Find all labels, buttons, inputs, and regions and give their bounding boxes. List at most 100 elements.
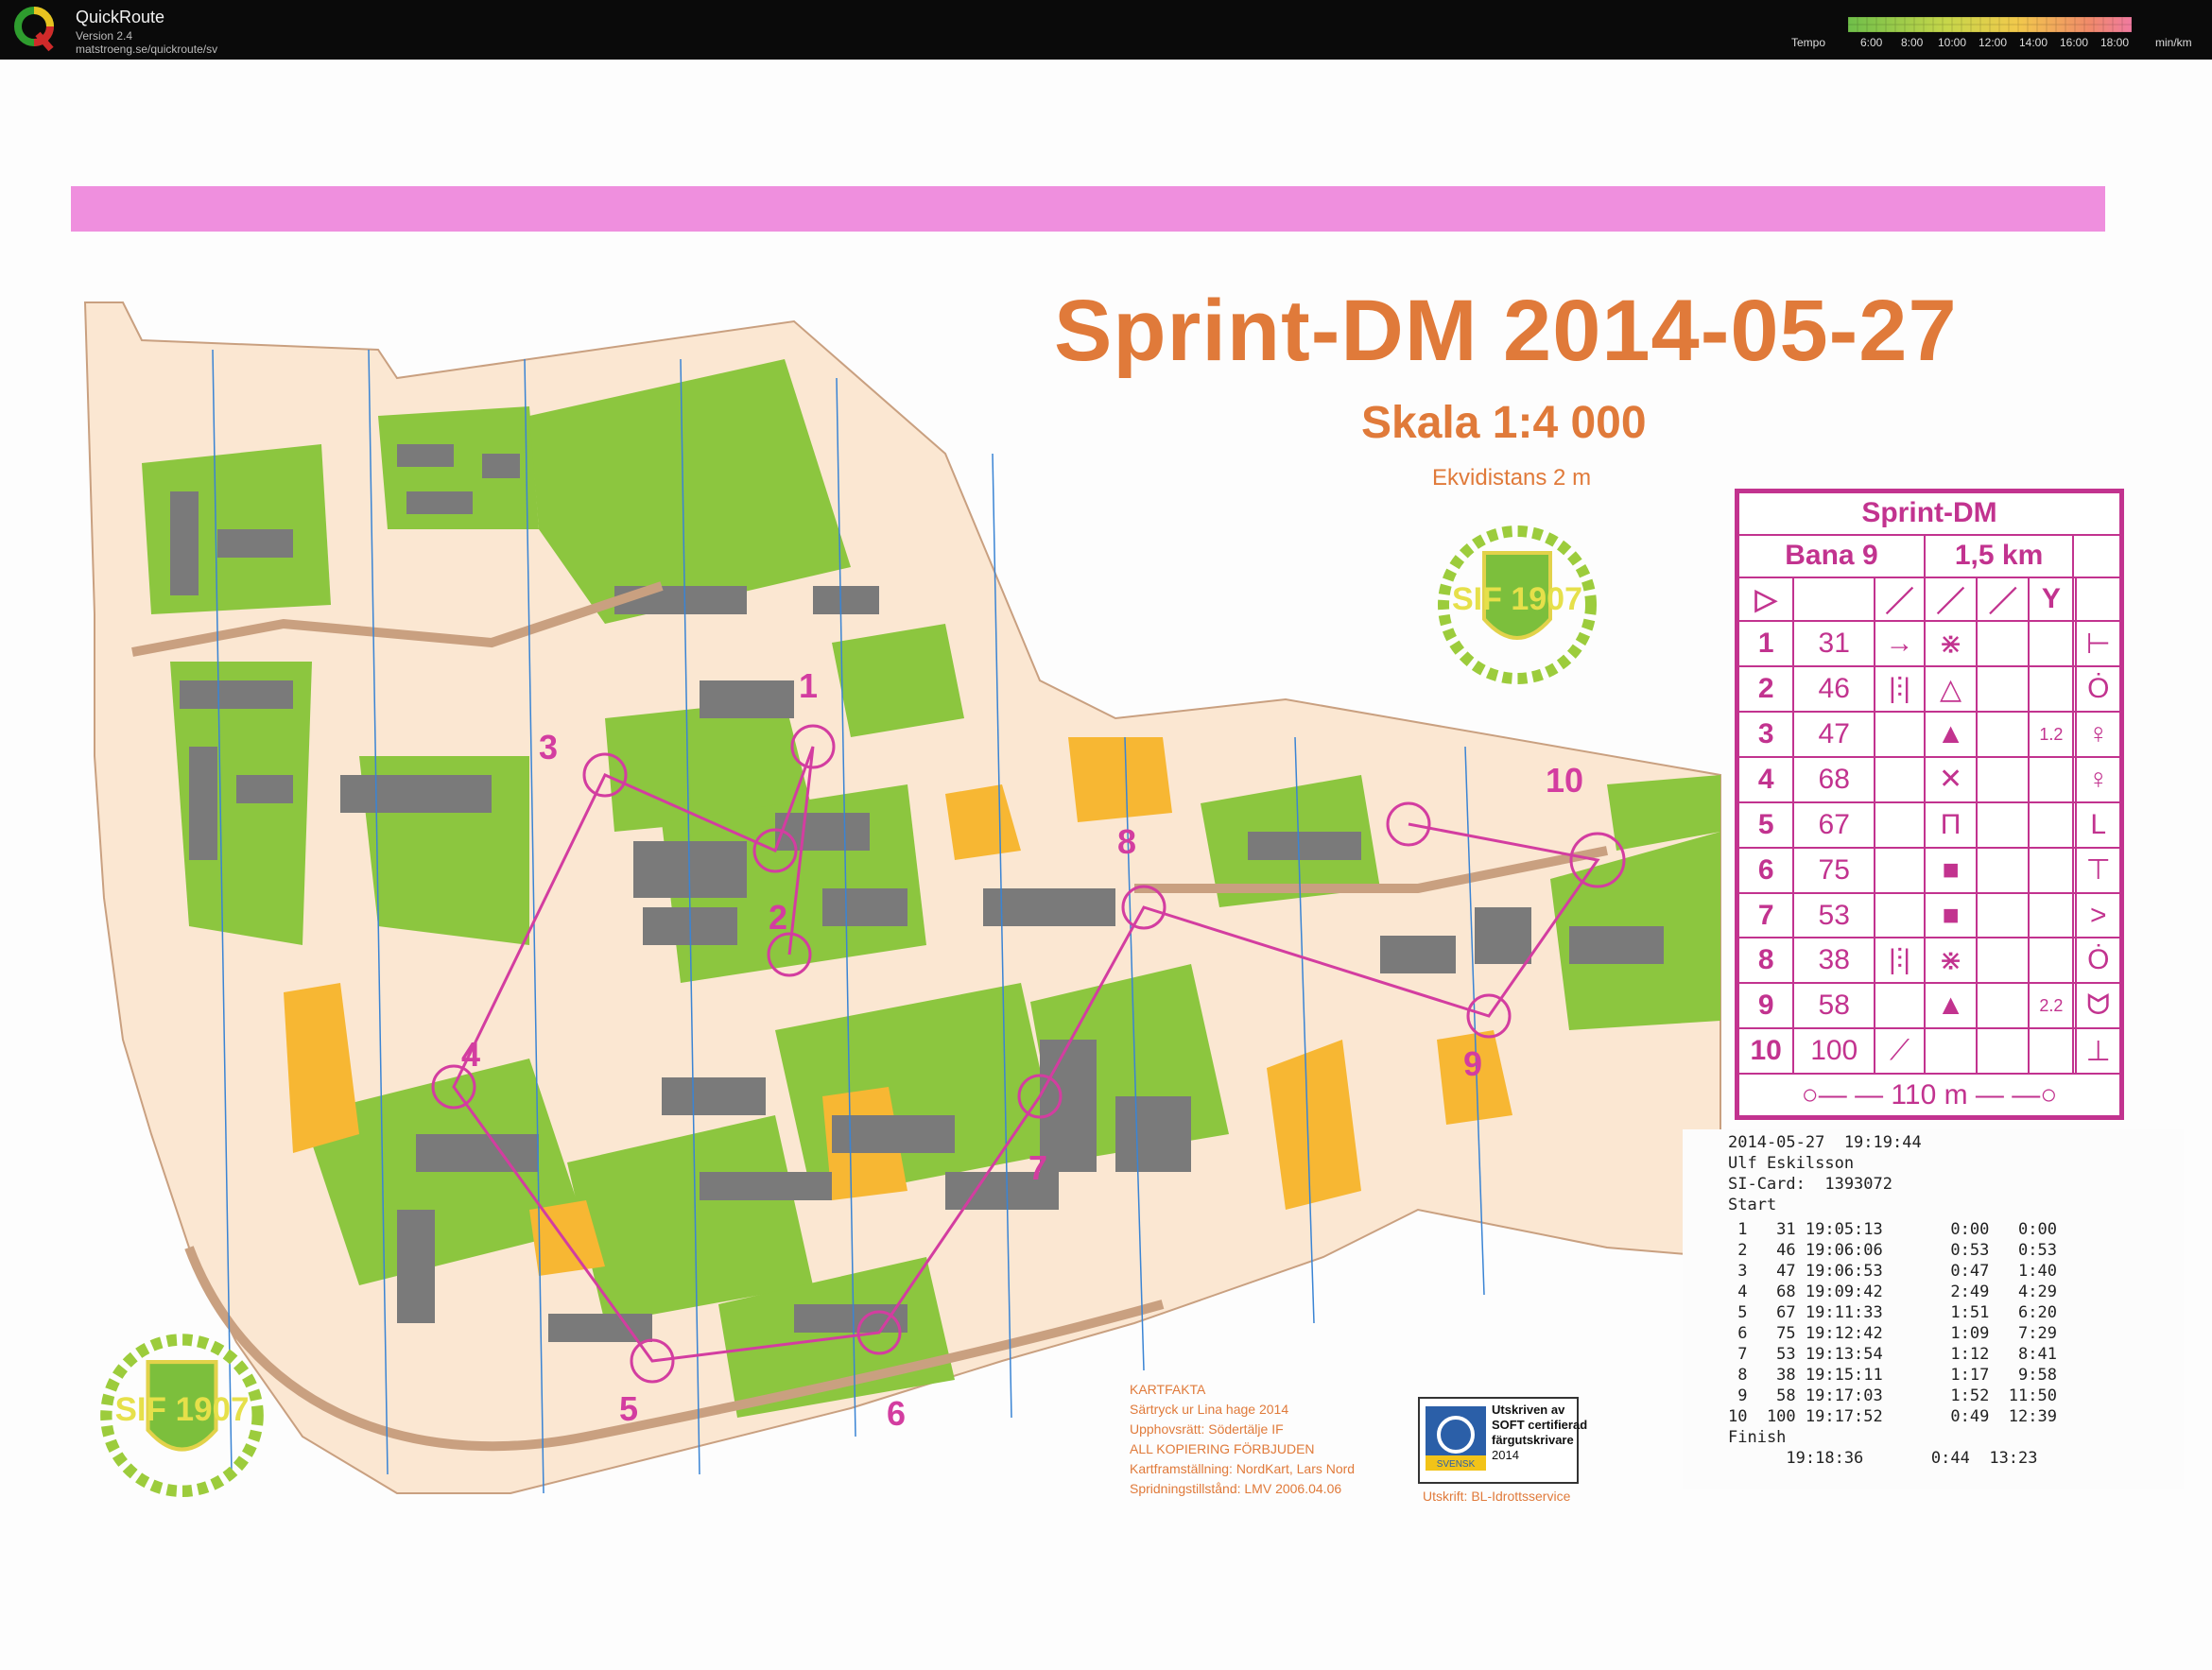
control-number-label: 8 [1117,822,1137,861]
cd-cell-code: 100 [1792,1027,1876,1076]
start-triangle-icon: ▷ [1737,576,1795,623]
tempo-tick: 6:00 [1860,36,1883,49]
cd-cell-c5 [1976,1027,2031,1076]
punch-row: 2 46 19:06:06 0:53 0:53 [1728,1241,2057,1260]
punch-row: 3 47 19:06:53 0:47 1:40 [1728,1262,2057,1281]
cd-cell-c8: ♀ [2075,711,2121,759]
control-number-label: 6 [887,1394,907,1433]
cd-cell-c8: Ȯ [2075,937,2121,985]
cd-cell-c3 [1874,846,1926,894]
control-description-sheet: Sprint-DM Bana 9 1,5 km ▷ ／／／ Y 1 31 → ⋇ ⊢ 2 46 |… [1735,489,2124,1120]
cd-cell-num: 10 [1737,1027,1795,1076]
punch-row: 7 53 19:13:54 1:12 8:41 [1728,1345,2057,1364]
cd-row: 10 100 ⟋ ⊥ [1737,1027,2121,1076]
soft-logo-icon: SVENSK [1426,1406,1486,1471]
cd-row: 2 46 |⫶| △ Ȯ [1737,665,2121,714]
soft-badge-text: SVENSK [1437,1459,1476,1470]
cd-cell-c4: Π [1923,801,1979,849]
cd-cell-code: 53 [1792,891,1876,939]
tempo-tick: 16:00 [2060,36,2089,49]
cd-cell-c8: > [2075,891,2121,939]
cd-cell-c6 [2028,665,2075,714]
cd-row: 7 53 ■ > [1737,891,2121,939]
club-badge-icon: SIF 1907 [1438,525,1597,684]
cd-cell-code: 47 [1792,711,1876,759]
cd-cell-c6 [2028,846,2075,894]
cd-cell-c6 [2028,1027,2075,1076]
cd-cell-code: 31 [1792,620,1876,668]
cd-cell-c3: → [1874,620,1926,668]
cd-cell-c4: ■ [1923,846,1979,894]
app-version: Version 2.4 [76,29,133,43]
control-number-label: 4 [461,1035,481,1074]
control-number-label: 9 [1463,1044,1483,1083]
kf-line: Särtryck ur Lina hage 2014 [1130,1402,1289,1417]
punch-name: Ulf Eskilsson [1728,1154,1855,1173]
top-magenta-stripe [71,186,2105,232]
badge-text: SIF 1907 [115,1391,250,1428]
club-badge-icon: SIF 1907 [100,1334,264,1497]
cd-cell-c6 [2028,891,2075,939]
cd-cell-num: 5 [1737,801,1795,849]
kf-line: KARTFAKTA [1130,1382,1206,1397]
cd-cell-c3: ⟋ [1874,1027,1926,1076]
cd-cell-c5 [1976,937,2031,985]
cd-cell-c5 [1976,801,2031,849]
cd-cell-c6: 2.2 [2028,982,2075,1030]
cd-finish: ○— — 110 m — —○ [1737,1073,2121,1117]
cd-cell-c5 [1976,846,2031,894]
punch-finish-row: 19:18:36 0:44 13:23 [1728,1449,2038,1468]
tempo-label: Tempo [1791,36,1826,49]
map-scale: Skala 1:4 000 [1361,398,1647,448]
cd-cell-c8: ⊤ [2075,846,2121,894]
cd-cell-c8: ⊥ [2075,1027,2121,1076]
punch-finish-label: Finish [1728,1428,1787,1447]
punch-row: 1 31 19:05:13 0:00 0:00 [1728,1220,2057,1239]
cd-cell-code: 75 [1792,846,1876,894]
punch-si-card: SI-Card: 1393072 [1728,1175,1892,1194]
cd-cell-c5 [1976,756,2031,803]
cd-cell-code: 38 [1792,937,1876,985]
cd-cell-c5 [1976,982,2031,1030]
kf-line: Spridningstillstånd: LMV 2006.04.06 [1130,1481,1342,1496]
app-url-link[interactable]: matstroeng.se/quickroute/sv [76,43,217,56]
cd-cell-c6 [2028,620,2075,668]
cd-cell-c4: ▲ [1923,711,1979,759]
cd-course: Bana 9 [1737,533,1926,578]
soft-line: Utskriven av [1492,1403,1565,1417]
tempo-tick: 10:00 [1938,36,1967,49]
control-number-label: 3 [539,728,559,766]
badge-text: SIF 1907 [1452,581,1582,617]
cd-row: 8 38 |⫶| ⋇ Ȯ [1737,937,2121,985]
cd-row: 3 47 ▲ 1.2 ♀ [1737,711,2121,759]
cd-cell-c4: △ [1923,665,1979,714]
cd-cell-c3 [1874,801,1926,849]
punch-start: Start [1728,1196,1777,1214]
cd-cell-c6 [2028,801,2075,849]
tempo-tick: 12:00 [1979,36,2008,49]
cd-cell-num: 4 [1737,756,1795,803]
cd-row: 6 75 ■ ⊤ [1737,846,2121,894]
kf-line: ALL KOPIERING FÖRBJUDEN [1130,1441,1315,1456]
control-number-label: 10 [1546,761,1584,800]
cd-cell-num: 2 [1737,665,1795,714]
app-title: QuickRoute [76,8,165,26]
punch-row: 4 68 19:09:42 2:49 4:29 [1728,1283,2057,1301]
cd-cell-num: 8 [1737,937,1795,985]
cd-cell-num: 7 [1737,891,1795,939]
quickroute-logo-icon [14,7,54,52]
cd-cell-c8: ♀ [2075,756,2121,803]
punch-date: 2014-05-27 19:19:44 [1728,1133,1922,1152]
cd-cell-c6: 1.2 [2028,711,2075,759]
cd-cell-c4: ⋇ [1923,620,1979,668]
tempo-color-scale [1848,17,2132,32]
punch-row: 10 100 19:17:52 0:49 12:39 [1728,1407,2057,1426]
printer-credit: Utskrift: BL-Idrottsservice [1423,1489,1571,1504]
map-title: Sprint-DM 2014-05-27 [1054,283,1958,379]
cd-cell-num: 9 [1737,982,1795,1030]
control-number-label: 1 [799,666,819,705]
soft-year: 2014 [1492,1448,1519,1462]
cd-cell-c5 [1976,620,2031,668]
cd-header: Sprint-DM [1737,491,2121,536]
cd-cell-num: 1 [1737,620,1795,668]
